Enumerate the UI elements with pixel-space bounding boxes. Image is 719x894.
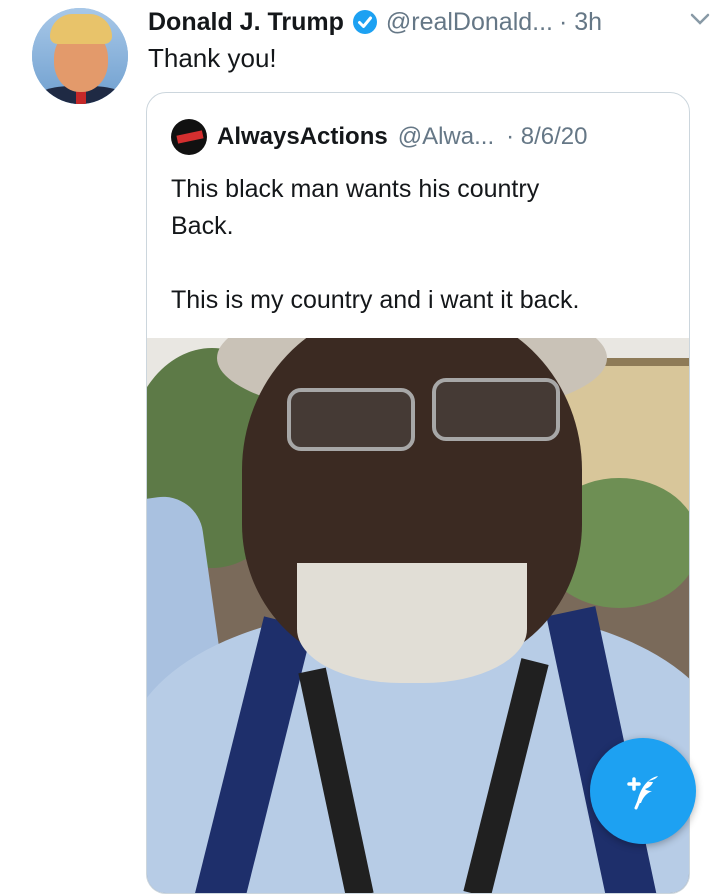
author-name[interactable]: Donald J. Trump: [148, 8, 344, 37]
compose-feather-icon: [627, 776, 658, 810]
verified-badge-icon: [352, 9, 378, 35]
quoted-text-line-2: Back.: [171, 212, 234, 240]
tweet-time: · 3h: [559, 7, 603, 36]
quoted-author-handle: @Alwa...: [397, 123, 495, 150]
author-handle[interactable]: @realDonald...: [386, 8, 553, 37]
tweet-header: Donald J. Trump @realDonald... · 3h: [148, 4, 699, 40]
quoted-author-avatar: [171, 119, 207, 155]
quoted-text-line-3: This is my country and i want it back.: [171, 286, 580, 314]
compose-tweet-button[interactable]: [590, 738, 696, 844]
author-avatar[interactable]: [32, 8, 128, 104]
quoted-author-name: AlwaysActions: [217, 123, 388, 150]
chevron-down-icon[interactable]: [689, 8, 711, 30]
quoted-tweet-header: AlwaysActions @Alwa... · 8/6/20: [171, 117, 588, 157]
quoted-tweet-date: · 8/6/20: [506, 123, 588, 150]
quoted-text-line-1: This black man wants his country: [171, 175, 540, 203]
quoted-tweet-text: This black man wants his country Back. T…: [171, 171, 671, 319]
tweet-text: Thank you!: [148, 43, 277, 73]
